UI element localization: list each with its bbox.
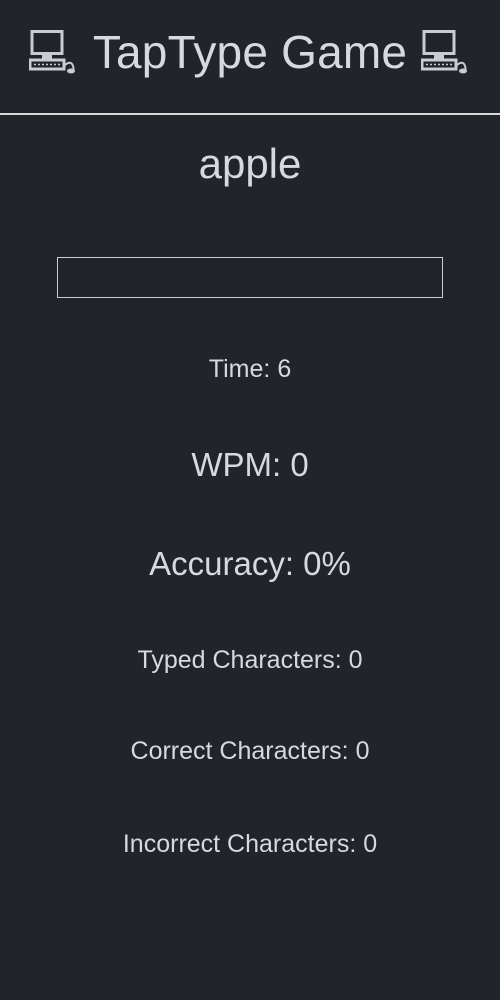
- desktop-computer-icon: [421, 29, 468, 73]
- wpm-stat: WPM: 0: [0, 446, 500, 484]
- wpm-label: WPM:: [191, 446, 291, 483]
- typing-input[interactable]: [57, 257, 443, 298]
- app-header: TapType Game: [0, 0, 500, 115]
- wpm-value: 0: [290, 446, 309, 483]
- title-row: TapType Game: [28, 25, 471, 79]
- accuracy-stat: Accuracy: 0%: [0, 545, 500, 583]
- desktop-computer-icon: [28, 29, 75, 73]
- incorrect-characters-value: 0: [363, 830, 378, 858]
- target-word: apple: [198, 140, 302, 187]
- typed-characters-label: Typed Characters:: [137, 646, 349, 674]
- typed-characters-value: 0: [348, 646, 363, 674]
- accuracy-label: Accuracy:: [149, 545, 304, 582]
- correct-characters-stat: Correct Characters: 0: [0, 737, 500, 766]
- typed-characters-stat: Typed Characters: 0: [0, 646, 500, 675]
- time-value: 6: [277, 355, 292, 383]
- correct-characters-value: 0: [355, 737, 370, 765]
- app-title: TapType Game: [92, 25, 408, 78]
- incorrect-characters-stat: Incorrect Characters: 0: [0, 830, 500, 859]
- accuracy-value: 0%: [303, 545, 351, 582]
- time-label: Time:: [208, 355, 278, 383]
- time-stat: Time: 6: [0, 355, 500, 384]
- correct-characters-label: Correct Characters:: [130, 737, 356, 765]
- incorrect-characters-label: Incorrect Characters:: [122, 830, 364, 858]
